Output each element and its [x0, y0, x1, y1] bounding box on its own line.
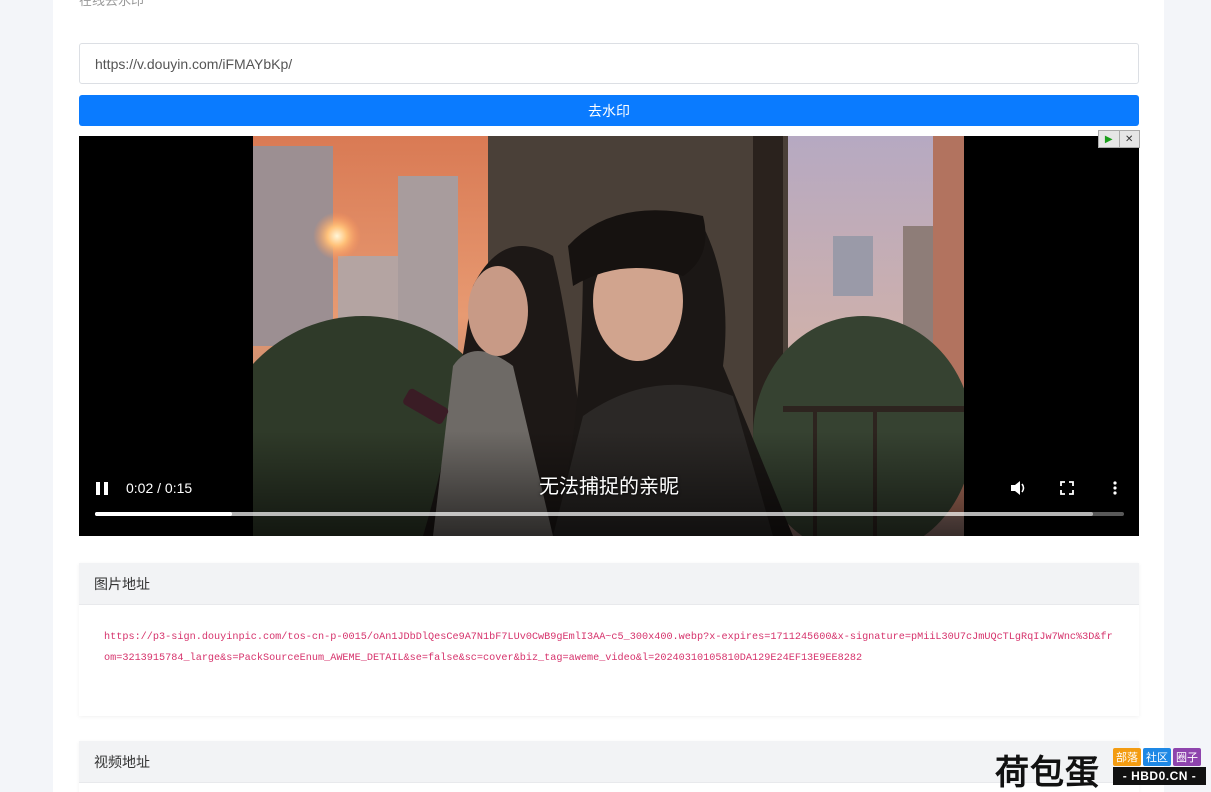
video-subtitle: 无法捕捉的亲昵: [539, 476, 679, 498]
page-title: 在线去水印: [79, 0, 145, 8]
video-player[interactable]: 无法捕捉的亲昵 0:02 / 0:15: [79, 136, 1139, 536]
time-display: 0:02 / 0:15: [126, 480, 193, 496]
video-panel-title: 视频地址: [79, 741, 1139, 783]
video-url-input[interactable]: [79, 43, 1139, 84]
ad-close-icon[interactable]: ✕: [1120, 131, 1140, 147]
logo-tag: 社区: [1143, 748, 1171, 766]
image-panel-title: 图片地址: [79, 563, 1139, 605]
logo-tag: 部落: [1113, 748, 1141, 766]
ad-play-icon[interactable]: ▶: [1099, 131, 1120, 147]
remove-watermark-button[interactable]: 去水印: [79, 95, 1139, 126]
logo-tag: 圈子: [1173, 748, 1201, 766]
pause-icon[interactable]: [96, 482, 108, 495]
progress-bar[interactable]: [95, 512, 1124, 516]
ad-controls: ▶ ✕: [1098, 130, 1140, 148]
logo-tags: 部落 社区 圈子: [1113, 748, 1201, 766]
fullscreen-icon[interactable]: [1058, 479, 1076, 497]
logo-sub-text: - HBD0.CN -: [1113, 767, 1206, 785]
image-url-text[interactable]: https://p3-sign.douyinpic.com/tos-cn-p-0…: [79, 605, 1139, 691]
volume-icon[interactable]: [1009, 479, 1027, 497]
progress-fill: [95, 512, 232, 516]
logo-main-text: 荷包蛋: [995, 754, 1100, 792]
image-url-panel: 图片地址 https://p3-sign.douyinpic.com/tos-c…: [79, 563, 1139, 716]
buffer-bar: [95, 512, 1094, 516]
video-url-panel: 视频地址: [79, 741, 1139, 792]
more-options-icon[interactable]: [1106, 479, 1124, 497]
watermark-logo: 荷包蛋 部落 社区 圈子 - HBD0.CN -: [995, 745, 1210, 792]
